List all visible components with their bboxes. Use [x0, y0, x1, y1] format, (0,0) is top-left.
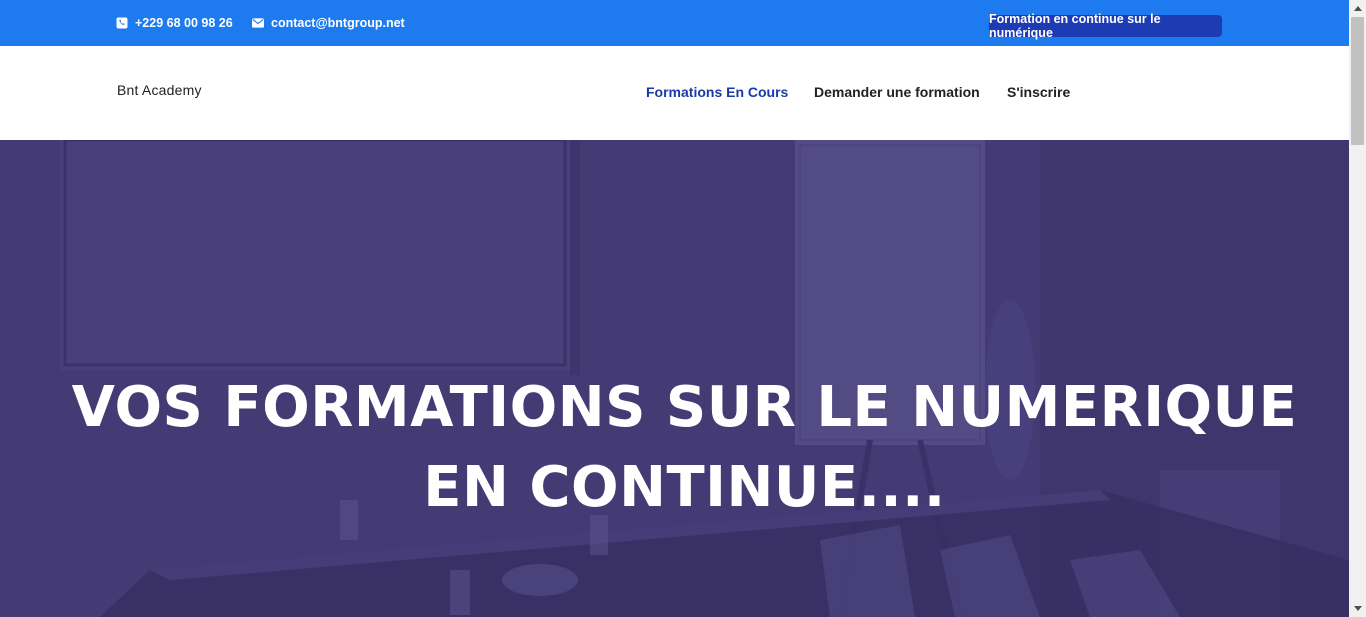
nav-item-demander-formation[interactable]: Demander une formation [814, 84, 980, 100]
phone-contact[interactable]: +229 68 00 98 26 [116, 0, 233, 46]
main-navbar: Bnt Academy Formations En Cours Demander… [0, 46, 1349, 140]
email-contact[interactable]: contact@bntgroup.net [252, 0, 405, 46]
chevron-up-icon[interactable] [1349, 0, 1366, 17]
envelope-icon [252, 17, 264, 29]
nav-item-sinscrire[interactable]: S'inscrire [1007, 84, 1070, 100]
phone-icon [116, 17, 128, 29]
phone-number: +229 68 00 98 26 [135, 16, 233, 30]
page-scrollbar[interactable] [1349, 0, 1366, 617]
hero-title: VOS FORMATIONS SUR LE NUMERIQUE EN CONTI… [40, 368, 1329, 528]
email-address: contact@bntgroup.net [271, 16, 405, 30]
hero-banner: VOS FORMATIONS SUR LE NUMERIQUE EN CONTI… [0, 140, 1349, 617]
promo-badge[interactable]: Formation en continue sur le numérique [989, 12, 1222, 40]
brand-logo-text[interactable]: Bnt Academy [117, 82, 202, 98]
hero-title-line-2: EN CONTINUE.... [423, 455, 946, 520]
hero-title-line-1: VOS FORMATIONS SUR LE NUMERIQUE [71, 375, 1298, 440]
top-contact-bar: +229 68 00 98 26 contact@bntgroup.net Fo… [0, 0, 1349, 46]
chevron-down-icon[interactable] [1349, 600, 1366, 617]
scrollbar-thumb[interactable] [1351, 17, 1364, 145]
nav-item-formations-en-cours[interactable]: Formations En Cours [646, 84, 788, 100]
